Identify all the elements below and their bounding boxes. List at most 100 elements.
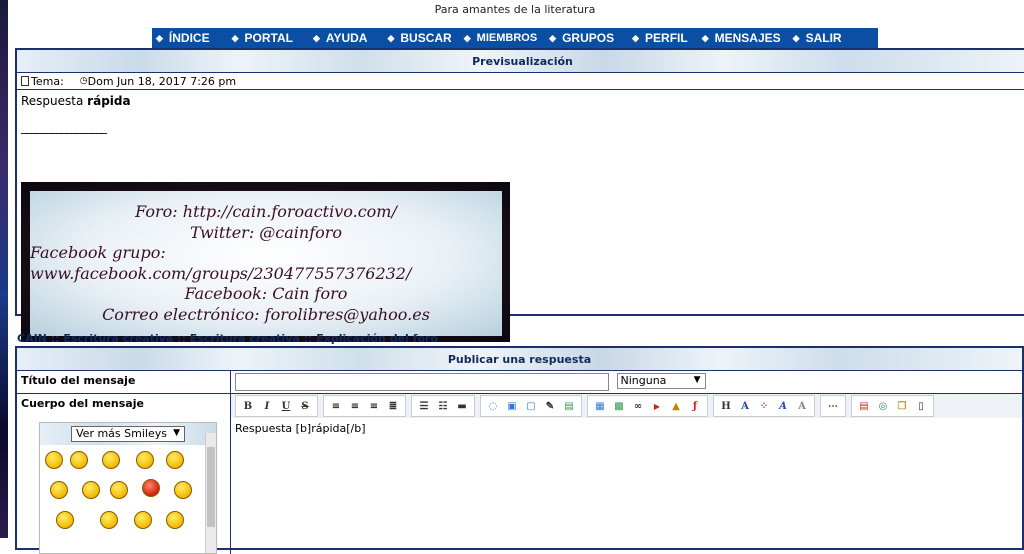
- nav-label: GRUPOS: [562, 31, 615, 45]
- strike-button[interactable]: S: [296, 398, 314, 414]
- document-icon: [21, 76, 29, 86]
- title-label: Título del mensaje: [17, 371, 231, 393]
- signature-line: Correo electrónico: forolibres@yahoo.es: [102, 304, 430, 324]
- gallery-icon[interactable]: ▦: [591, 398, 609, 414]
- dropdown-arrow-icon: ▼: [173, 428, 180, 438]
- diamond-icon: ◆: [632, 32, 640, 43]
- align-left-icon[interactable]: ≡: [327, 398, 345, 414]
- smiley-icon[interactable]: [45, 451, 63, 469]
- smiley-panel: Ver más Smileys ▼: [39, 422, 217, 554]
- smiley-icon[interactable]: [50, 481, 68, 499]
- diamond-icon: ◆: [701, 32, 709, 43]
- nav-label: PERFIL: [645, 31, 688, 45]
- nav-label: AYUDA: [325, 31, 368, 45]
- post-date: Dom Jun 18, 2017 7:26 pm: [87, 74, 237, 88]
- color-icon[interactable]: ⁘: [755, 398, 773, 414]
- numbered-list-icon[interactable]: ☷: [434, 398, 452, 414]
- image-upload-icon[interactable]: ▣: [503, 398, 521, 414]
- youtube-icon[interactable]: ▶: [648, 398, 666, 414]
- date-icon[interactable]: ▤: [855, 398, 873, 414]
- preview-panel: Previsualización Tema: ◷ Dom Jun 18, 201…: [15, 48, 1024, 342]
- site-tagline: Para amantes de la literatura: [434, 3, 596, 16]
- smiley-icon[interactable]: [110, 481, 128, 499]
- nav-indice[interactable]: ◆ ÍNDICE: [156, 31, 210, 45]
- clear-format-icon[interactable]: A: [793, 398, 811, 414]
- smiley-scrollbar[interactable]: [205, 433, 216, 553]
- reply-panel: Publicar una respuesta Título del mensaj…: [15, 346, 1024, 554]
- signature-line: Foro: http://cain.foroactivo.com/: [135, 202, 397, 221]
- title-input[interactable]: [235, 373, 609, 391]
- editor-cell: B I U S ≡ ≡ ≡ ≣ ☰ ☷ ▬ ◌ ▣ ▢ ✎ ▤ ▦ ▩ ∞ ▶ …: [231, 394, 1022, 554]
- align-right-icon[interactable]: ≡: [365, 398, 383, 414]
- bullet-list-icon[interactable]: ☰: [415, 398, 433, 414]
- italic-button[interactable]: I: [258, 398, 276, 414]
- document-icon[interactable]: ▯: [912, 398, 930, 414]
- message-editor[interactable]: Respuesta [b]rápida[/b]: [231, 418, 1022, 439]
- breadcrumb[interactable]: CAIN :: Escritura creativa :: Escritura …: [17, 332, 438, 345]
- signature-image: Foro: http://cain.foroactivo.com/ Twitte…: [21, 182, 510, 342]
- copy-icon[interactable]: ❐: [893, 398, 911, 414]
- smiley-select[interactable]: Ver más Smileys ▼: [71, 426, 185, 442]
- nav-mensajes[interactable]: ◆ MENSAJES: [702, 31, 781, 45]
- nav-salir[interactable]: ◆ SALIR: [793, 31, 842, 45]
- signature-card: Foro: http://cain.foroactivo.com/ Twitte…: [30, 191, 502, 336]
- title-row: Título del mensaje Ninguna ▼: [17, 370, 1022, 393]
- icon-select[interactable]: Ninguna ▼: [616, 373, 706, 389]
- scrollbar-thumb[interactable]: [207, 447, 215, 527]
- dropdown-arrow-icon: ▼: [693, 375, 701, 385]
- link-icon[interactable]: ∞: [629, 398, 647, 414]
- icon-select-value: Ninguna: [620, 374, 667, 387]
- more-icon[interactable]: ⋯: [824, 398, 842, 414]
- nav-ayuda[interactable]: ◆ AYUDA: [313, 31, 368, 45]
- smiley-icon[interactable]: [102, 451, 120, 469]
- smiley-icon[interactable]: [136, 451, 154, 469]
- search-icon[interactable]: ◎: [874, 398, 892, 414]
- size-icon[interactable]: A: [774, 398, 792, 414]
- toolbar-group-font: H A ⁘ A A: [713, 395, 815, 417]
- smiley-icon[interactable]: [56, 511, 74, 529]
- clock-icon: ◷: [79, 76, 88, 86]
- nav-buscar[interactable]: ◆ BUSCAR: [387, 31, 451, 45]
- diamond-icon: ◆: [792, 32, 800, 43]
- editor-toolbar: B I U S ≡ ≡ ≡ ≣ ☰ ☷ ▬ ◌ ▣ ▢ ✎ ▤ ▦ ▩ ∞ ▶ …: [231, 394, 1022, 418]
- page-edge-decoration: [0, 0, 8, 538]
- signature-line: Facebook: Cain foro: [184, 284, 348, 303]
- diamond-icon: ◆: [231, 32, 239, 43]
- justify-icon[interactable]: ≣: [384, 398, 402, 414]
- nav-portal[interactable]: ◆ PORTAL: [232, 31, 293, 45]
- smiley-icon[interactable]: [82, 481, 100, 499]
- insert-image-icon[interactable]: ▢: [522, 398, 540, 414]
- nav-perfil[interactable]: ◆ PERFIL: [632, 31, 688, 45]
- warning-icon[interactable]: ▲: [667, 398, 685, 414]
- heading-button[interactable]: H: [717, 398, 735, 414]
- diamond-icon: ◆: [463, 32, 471, 43]
- devil-smiley-icon[interactable]: [142, 479, 160, 497]
- horizontal-rule-icon[interactable]: ▬: [453, 398, 471, 414]
- smiley-icon[interactable]: [166, 511, 184, 529]
- smiley-icon[interactable]: [134, 511, 152, 529]
- smiley-icon[interactable]: [70, 451, 88, 469]
- media-icon[interactable]: ▩: [610, 398, 628, 414]
- nav-label: SALIR: [805, 31, 842, 45]
- post-text-plain: Respuesta: [21, 94, 88, 108]
- speech-bubble-icon[interactable]: ◌: [484, 398, 502, 414]
- bold-button[interactable]: B: [239, 398, 257, 414]
- post-meta: Tema: ◷ Dom Jun 18, 2017 7:26 pm: [17, 72, 1024, 90]
- smiley-icon[interactable]: [100, 511, 118, 529]
- nav-grupos[interactable]: ◆ GRUPOS: [549, 31, 614, 45]
- smiley-icon[interactable]: [174, 481, 192, 499]
- nav-label: BUSCAR: [400, 31, 452, 45]
- underline-button[interactable]: U: [277, 398, 295, 414]
- diamond-icon: ◆: [156, 32, 163, 43]
- edit-image-icon[interactable]: ✎: [541, 398, 559, 414]
- diamond-icon: ◆: [312, 32, 320, 43]
- flash-icon[interactable]: ƒ: [686, 398, 704, 414]
- toolbar-group-lists: ☰ ☷ ▬: [411, 395, 475, 417]
- smiley-icon[interactable]: [166, 451, 184, 469]
- align-center-icon[interactable]: ≡: [346, 398, 364, 414]
- font-icon[interactable]: A: [736, 398, 754, 414]
- title-cell: Ninguna ▼: [231, 371, 1022, 393]
- attach-icon[interactable]: ▤: [560, 398, 578, 414]
- smiley-grid: [40, 445, 216, 545]
- nav-miembros[interactable]: ◆ MIEMBROS: [464, 32, 537, 44]
